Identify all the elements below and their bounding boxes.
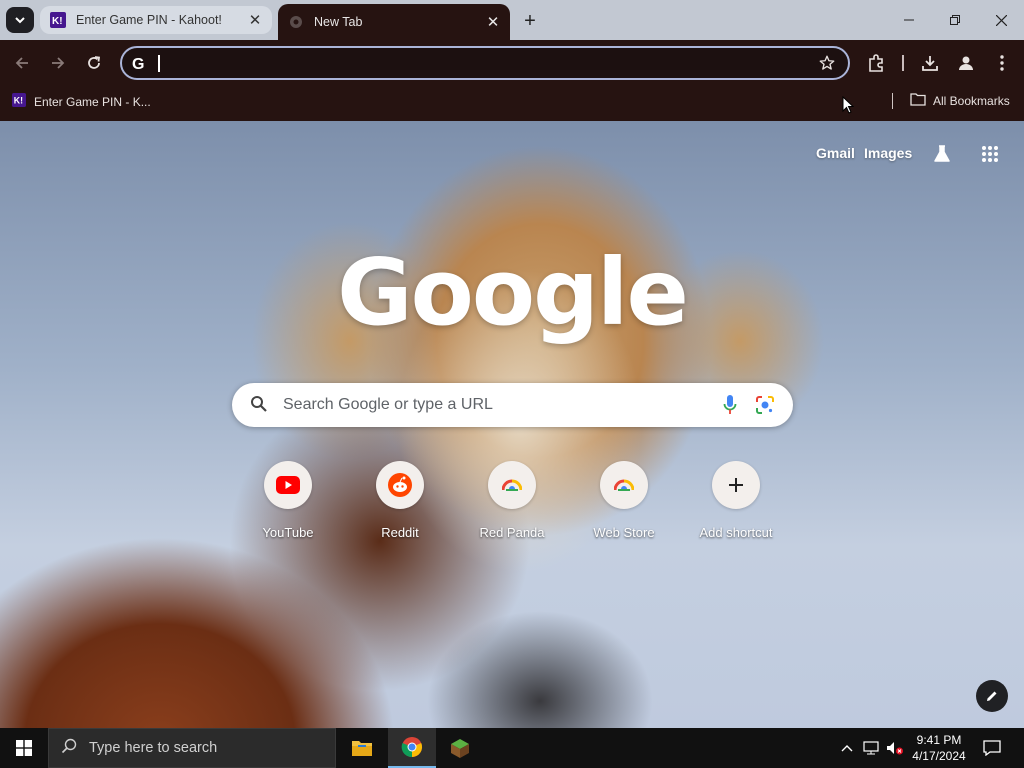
svg-text:G: G (132, 56, 144, 72)
tab-title: Enter Game PIN - Kahoot! (76, 13, 222, 27)
shortcut-label: YouTube (262, 525, 314, 540)
arrow-left-icon (15, 57, 28, 69)
clock-time: 9:41 PM (916, 733, 962, 747)
bookmark-kahoot[interactable]: K! Enter Game PIN - K... (12, 93, 151, 110)
shortcut-label: Web Store (593, 525, 655, 540)
chrome-web-icon (488, 461, 536, 509)
profile-icon[interactable] (954, 51, 978, 75)
bookmark-star-icon[interactable] (818, 54, 836, 77)
tab-search-button[interactable] (6, 7, 34, 33)
tab-kahoot[interactable]: K! Enter Game PIN - Kahoot! ✕ (40, 6, 272, 34)
windows-taskbar: Type here to search 9:41 PM 4/17/2024 (0, 728, 1024, 768)
grass-block-icon (451, 739, 469, 758)
all-bookmarks-label: All Bookmarks (933, 93, 1010, 108)
tab-strip: K! Enter Game PIN - Kahoot! ✕ New Tab ✕ … (0, 0, 1024, 40)
windows-logo-icon (16, 740, 32, 756)
gmail-link[interactable]: Gmail (816, 145, 855, 161)
notification-icon[interactable] (980, 736, 1004, 760)
volume-muted-icon[interactable] (886, 740, 904, 756)
kahoot-icon: K! (50, 12, 66, 28)
shortcut-youtube[interactable]: YouTube (232, 461, 344, 540)
labs-flask-icon[interactable] (929, 141, 955, 167)
bookmarks-divider (892, 93, 893, 109)
chrome-web-icon (600, 461, 648, 509)
shortcut-label: Reddit (381, 525, 419, 540)
address-bar[interactable]: G (120, 46, 850, 80)
plus-icon: + (524, 9, 536, 32)
kahoot-icon: K! (12, 93, 26, 110)
folder-icon (352, 741, 372, 756)
taskbar-search-placeholder: Type here to search (89, 740, 218, 756)
menu-kebab-icon[interactable] (990, 51, 1014, 75)
apps-grid-icon[interactable] (977, 141, 1003, 167)
network-icon[interactable] (862, 740, 880, 756)
ntp-search-box[interactable]: Search Google or type a URL (232, 383, 793, 427)
forward-button[interactable] (44, 49, 72, 77)
bookmark-label: Enter Game PIN - K... (34, 94, 151, 109)
customize-chrome-button[interactable] (976, 680, 1008, 712)
restore-icon (950, 15, 960, 25)
google-lens-icon[interactable] (755, 395, 775, 420)
toolbar-divider (902, 55, 904, 71)
minecraft-taskbar-button[interactable] (436, 728, 484, 768)
download-icon[interactable] (918, 51, 942, 75)
close-icon (995, 14, 1007, 26)
pencil-icon (987, 691, 997, 701)
extensions-icon[interactable] (864, 51, 888, 75)
chrome-icon (401, 737, 423, 758)
folder-icon (910, 92, 926, 109)
taskbar-search-box[interactable]: Type here to search (48, 728, 336, 768)
chrome-newtab-icon (288, 14, 304, 30)
chevron-down-icon (15, 17, 25, 24)
reload-button[interactable] (80, 49, 108, 77)
system-clock[interactable]: 9:41 PM 4/17/2024 (904, 732, 974, 764)
svg-text:K!: K! (52, 16, 63, 27)
new-tab-page: Gmail Images Google Search Google or typ… (0, 121, 1024, 728)
reload-icon (88, 56, 101, 69)
shortcut-add[interactable]: Add shortcut (680, 461, 792, 540)
close-icon[interactable]: ✕ (484, 13, 502, 31)
bookmarks-bar: K! Enter Game PIN - K... All Bookmarks (0, 84, 1024, 121)
clock-date: 4/17/2024 (912, 749, 966, 763)
tab-title: New Tab (314, 15, 363, 29)
microphone-icon[interactable] (723, 394, 737, 421)
minimize-icon (904, 19, 914, 21)
minimize-button[interactable] (886, 0, 932, 40)
back-button[interactable] (8, 49, 36, 77)
images-link[interactable]: Images (864, 145, 912, 161)
file-explorer-button[interactable] (338, 728, 386, 768)
close-window-button[interactable] (978, 0, 1024, 40)
shortcut-web-store[interactable]: Web Store (568, 461, 680, 540)
search-placeholder: Search Google or type a URL (283, 396, 493, 413)
chrome-taskbar-button[interactable] (388, 728, 436, 768)
text-caret (158, 55, 160, 72)
shortcut-label: Add shortcut (699, 525, 773, 540)
browser-toolbar: G (0, 40, 1024, 84)
start-button[interactable] (0, 728, 48, 768)
restore-button[interactable] (932, 0, 978, 40)
shortcut-reddit[interactable]: Reddit (344, 461, 456, 540)
google-g-icon: G (130, 54, 148, 73)
svg-text:K!: K! (14, 96, 23, 106)
shortcut-label: Red Panda (479, 525, 545, 540)
close-icon[interactable]: ✕ (246, 11, 264, 29)
plus-icon (712, 461, 760, 509)
youtube-icon (264, 461, 312, 509)
all-bookmarks-button[interactable]: All Bookmarks (910, 92, 1010, 109)
tab-new-tab[interactable]: New Tab ✕ (278, 4, 510, 40)
mouse-cursor (842, 95, 855, 119)
search-icon (61, 738, 77, 759)
new-tab-button[interactable]: + (516, 8, 544, 34)
reddit-icon (376, 461, 424, 509)
chevron-up-icon[interactable] (838, 740, 856, 756)
search-icon (250, 395, 268, 418)
google-logo: Google (337, 239, 689, 346)
shortcut-red-panda[interactable]: Red Panda (456, 461, 568, 540)
arrow-right-icon (52, 57, 65, 69)
